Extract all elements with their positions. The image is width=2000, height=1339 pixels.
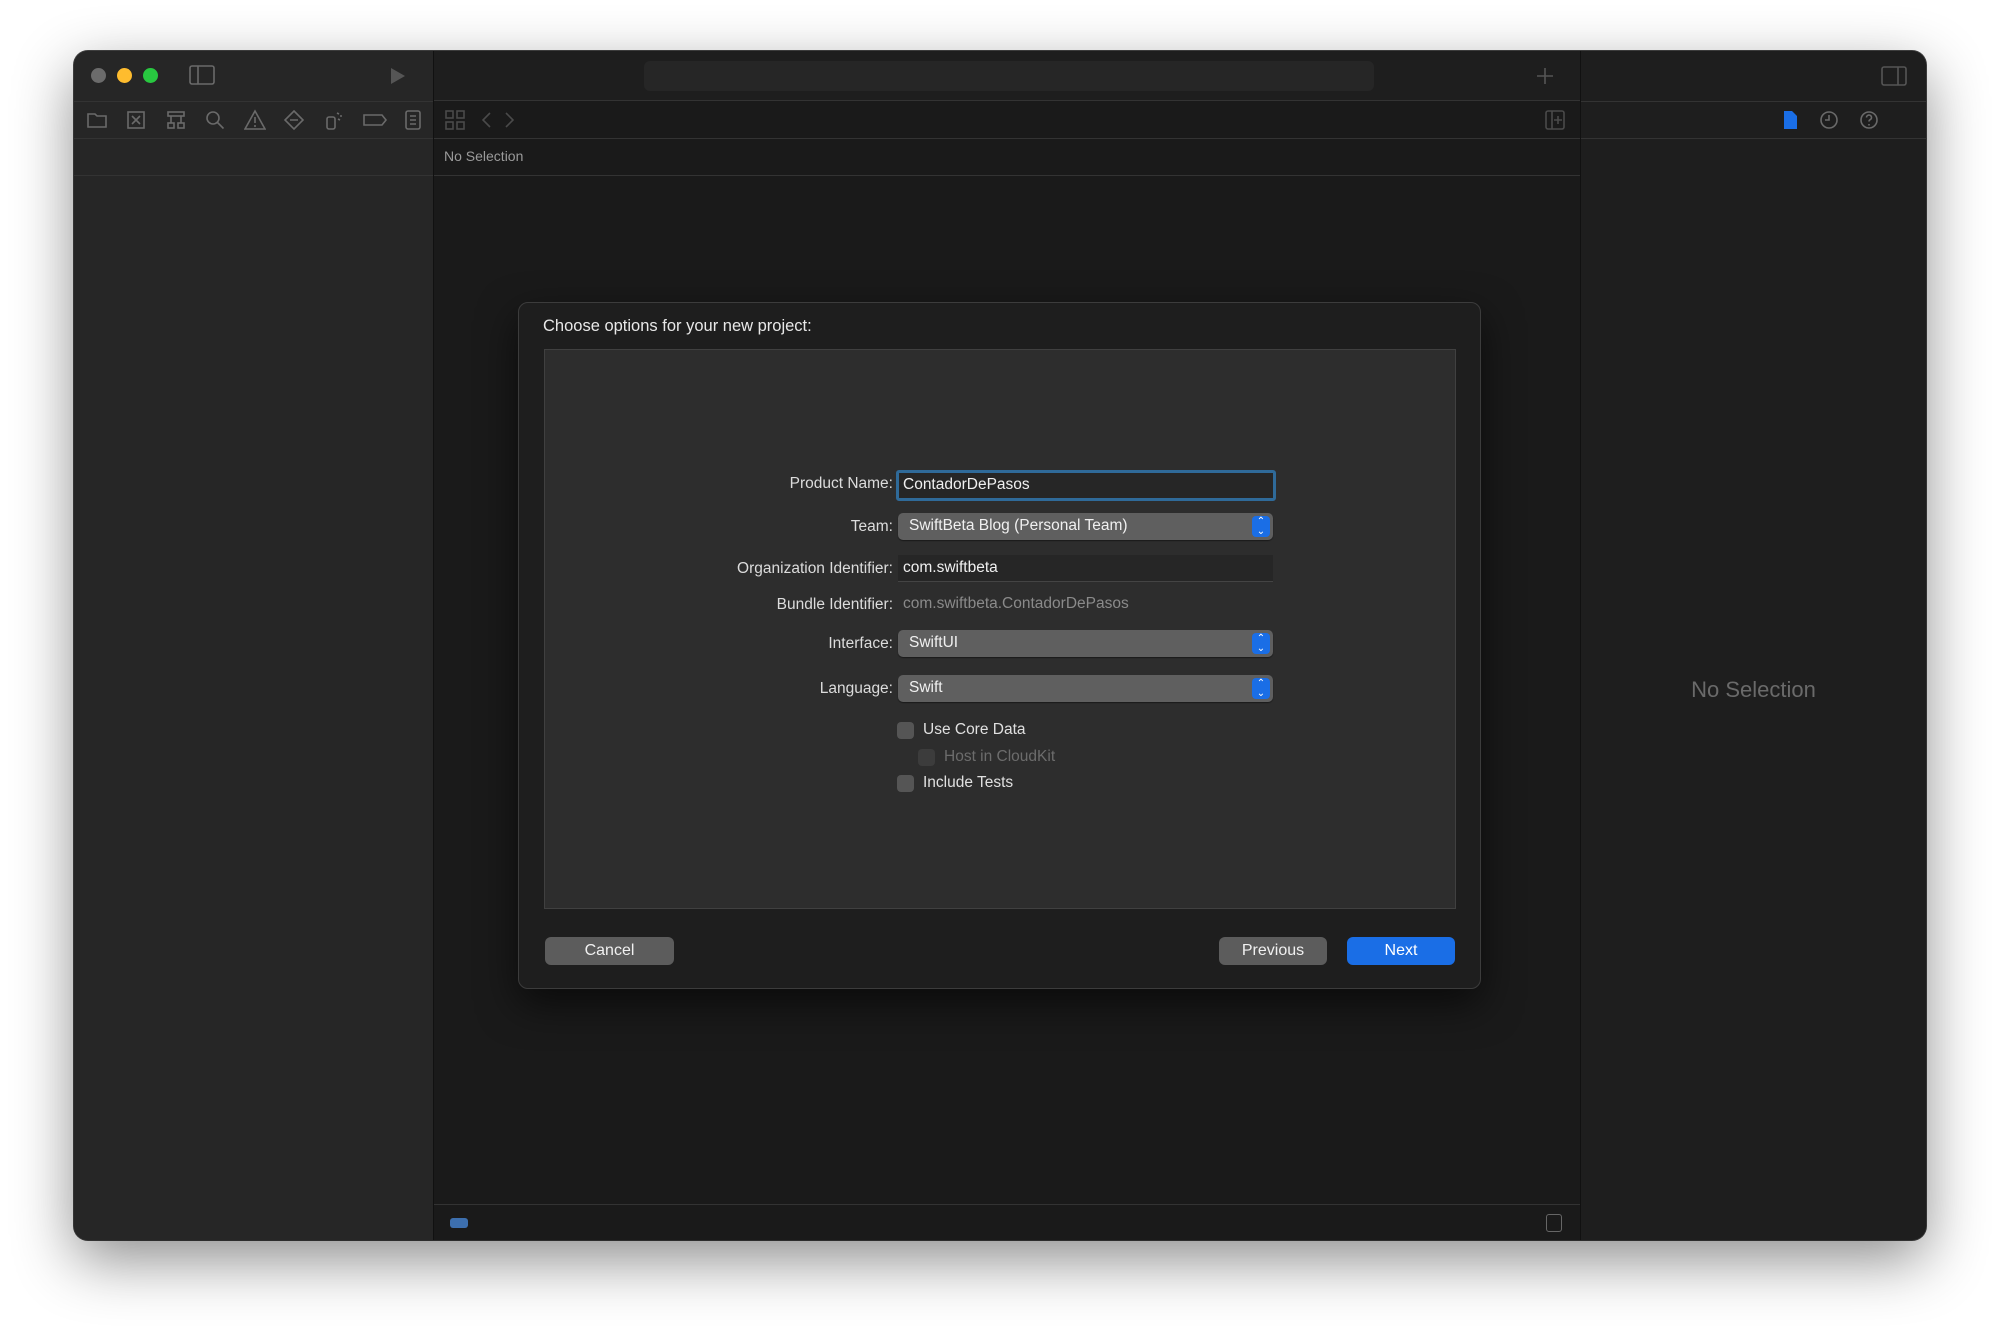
test-diamond-icon[interactable] <box>283 109 305 131</box>
chevron-updown-icon: ⌃ ⌄ <box>1252 678 1270 699</box>
help-icon[interactable] <box>1858 109 1880 131</box>
bundle-identifier-value: com.swiftbeta.ContadorDePasos <box>903 595 1129 612</box>
debug-spray-icon[interactable] <box>323 109 345 131</box>
team-value: SwiftBeta Blog (Personal Team) <box>909 517 1128 534</box>
close-button[interactable] <box>91 68 106 83</box>
include-tests-label: Include Tests <box>923 774 1014 791</box>
org-identifier-input[interactable]: com.swiftbeta <box>898 555 1273 582</box>
breakpoint-tag-icon[interactable] <box>362 109 388 131</box>
chevron-updown-icon: ⌃ ⌄ <box>1252 516 1270 537</box>
warning-icon[interactable] <box>243 109 267 131</box>
run-icon[interactable] <box>386 65 408 87</box>
minimize-button[interactable] <box>117 68 132 83</box>
back-icon[interactable] <box>476 109 498 131</box>
language-popup[interactable]: Swift ⌃ ⌄ <box>898 675 1273 702</box>
chevron-updown-icon: ⌃ ⌄ <box>1252 633 1270 654</box>
source-control-icon[interactable] <box>125 109 147 131</box>
previous-button[interactable]: Previous <box>1219 937 1327 965</box>
interface-popup[interactable]: SwiftUI ⌃ ⌄ <box>898 630 1273 657</box>
cancel-button[interactable]: Cancel <box>545 937 674 965</box>
product-name-label: Product Name: <box>789 475 893 492</box>
report-icon[interactable] <box>402 109 424 131</box>
use-core-data-label: Use Core Data <box>923 721 1026 738</box>
hierarchy-icon[interactable] <box>165 109 187 131</box>
debug-area-filter-icon[interactable] <box>450 1218 468 1228</box>
use-core-data-checkbox[interactable] <box>897 722 914 739</box>
next-button[interactable]: Next <box>1347 937 1455 965</box>
inspector-panel: No Selection <box>1580 51 1926 1240</box>
product-name-input[interactable]: ContadorDePasos <box>896 470 1276 501</box>
navigator-sidebar <box>74 51 434 1240</box>
add-icon[interactable] <box>1534 65 1556 87</box>
host-in-cloudkit-label: Host in CloudKit <box>944 748 1056 765</box>
inspector-toggle-icon[interactable] <box>1881 65 1907 87</box>
activity-viewer <box>644 61 1374 91</box>
sheet-title: Choose options for your new project: <box>543 317 812 335</box>
host-in-cloudkit-checkbox[interactable] <box>918 749 935 766</box>
team-popup[interactable]: SwiftBeta Blog (Personal Team) ⌃ ⌄ <box>898 513 1273 540</box>
bundle-identifier-label: Bundle Identifier: <box>776 596 893 613</box>
sidebar-toggle-icon[interactable] <box>189 64 215 86</box>
interface-value: SwiftUI <box>909 634 959 651</box>
inspector-empty-text: No Selection <box>1691 677 1816 702</box>
add-editor-icon[interactable] <box>1544 109 1566 131</box>
interface-label: Interface: <box>828 635 893 652</box>
team-label: Team: <box>850 518 893 535</box>
jump-bar: No Selection <box>444 148 524 164</box>
language-value: Swift <box>909 679 943 696</box>
new-project-options-sheet: Choose options for your new project: Pro… <box>518 302 1481 989</box>
search-icon[interactable] <box>204 109 226 131</box>
folder-icon[interactable] <box>86 109 108 131</box>
org-identifier-label: Organization Identifier: <box>737 560 893 577</box>
forward-icon[interactable] <box>498 109 520 131</box>
include-tests-checkbox[interactable] <box>897 775 914 792</box>
debug-area-toggle-icon[interactable] <box>1546 1214 1562 1232</box>
grid-icon[interactable] <box>444 109 466 131</box>
history-icon[interactable] <box>1818 109 1840 131</box>
options-panel: Product Name: ContadorDePasos Team: Swif… <box>544 349 1456 909</box>
zoom-button[interactable] <box>143 68 158 83</box>
file-inspector-icon[interactable] <box>1779 109 1801 131</box>
language-label: Language: <box>819 680 893 697</box>
